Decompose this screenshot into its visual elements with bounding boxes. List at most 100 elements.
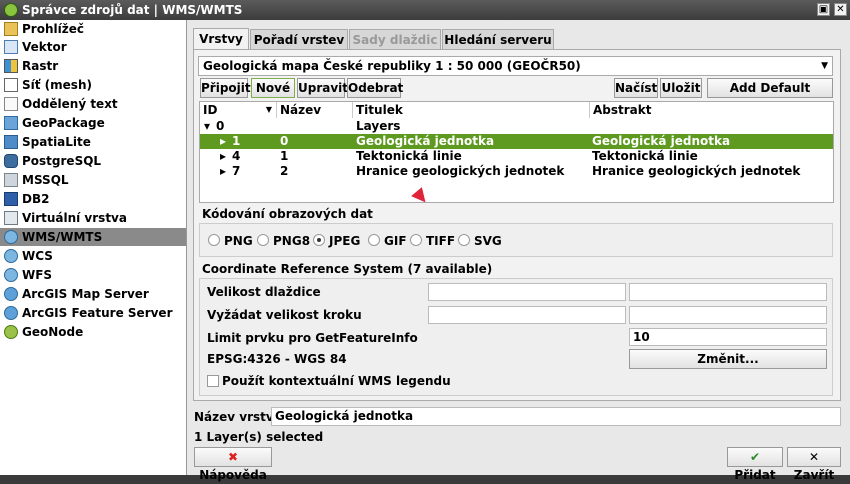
arcgis-map-icon	[4, 287, 18, 301]
close-window-button[interactable]: ✕	[834, 3, 847, 16]
sidebar-item-mssql[interactable]: MSSQL	[0, 171, 186, 189]
raster-icon	[4, 59, 18, 73]
feature-limit-label: Limit prvku pro GetFeatureInfo	[207, 331, 418, 345]
sidebar-item-mesh[interactable]: Síť (mesh)	[0, 76, 186, 94]
edit-connection-button[interactable]: Upravit	[297, 78, 348, 98]
sidebar-item-geopackage[interactable]: GeoPackage	[0, 114, 186, 132]
wcs-icon	[4, 249, 18, 263]
delimited-text-icon	[4, 97, 18, 111]
spatialite-icon	[4, 135, 18, 149]
feature-limit-field[interactable]: 10	[629, 328, 827, 346]
tab-server-search[interactable]: Hledání serveru	[442, 29, 554, 49]
layers-tree[interactable]: ID ▼ Název Titulek Abstrakt ▾ 0 Layers ▸…	[199, 101, 834, 203]
encoding-section-title: Kódování obrazových dat	[202, 207, 373, 221]
sidebar-item-db2[interactable]: DB2	[0, 190, 186, 208]
encoding-option-png8[interactable]: PNG8	[257, 234, 310, 248]
status-text: 1 Layer(s) selected	[194, 430, 324, 444]
encoding-option-tiff[interactable]: TIFF	[410, 234, 455, 248]
chevron-down-icon: ▼	[821, 61, 828, 71]
data-source-manager-window: Správce zdrojů dat | WMS/WMTS ▣ ✕ Prohlí…	[0, 0, 850, 482]
add-default-servers-button[interactable]: Add Default Servers	[707, 78, 833, 113]
arcgis-feature-icon	[4, 306, 18, 320]
vector-icon	[4, 40, 18, 54]
qgis-logo-icon	[4, 3, 18, 17]
geonode-icon	[4, 325, 18, 339]
expand-arrow-icon[interactable]: ▸	[220, 134, 226, 149]
radio-icon	[410, 234, 422, 246]
connection-select-value: Geologická mapa České republiky 1 : 50 0…	[203, 59, 581, 73]
encoding-option-svg[interactable]: SVG	[458, 234, 502, 248]
sidebar-item-spatialite[interactable]: SpatiaLite	[0, 133, 186, 151]
tile-height-field[interactable]	[629, 283, 827, 301]
help-icon: ✖	[227, 450, 239, 464]
virtual-layer-icon	[4, 211, 18, 225]
column-header-title[interactable]: Titulek	[353, 102, 590, 118]
encoding-option-jpeg[interactable]: JPEG	[313, 234, 360, 248]
step-height-field[interactable]	[629, 306, 827, 324]
table-row[interactable]: ▸ 4 1 Tektonická linie Tektonická linie	[200, 149, 833, 164]
sidebar-item-wfs[interactable]: WFS	[0, 266, 186, 284]
sidebar-item-arcgis-map-server[interactable]: ArcGIS Map Server	[0, 285, 186, 303]
column-header-id[interactable]: ID ▼	[200, 102, 277, 118]
collapse-arrow-icon[interactable]: ▾	[204, 119, 210, 134]
new-connection-button[interactable]: Nové	[251, 78, 295, 98]
column-header-name[interactable]: Název	[277, 102, 353, 118]
sidebar-item-vector[interactable]: Vektor	[0, 38, 186, 56]
source-type-sidebar: Prohlížeč Vektor Rastr Síť (mesh) Odděle…	[0, 20, 187, 475]
step-size-label: Vyžádat velikost kroku	[207, 308, 362, 322]
db2-icon	[4, 192, 18, 206]
encoding-option-png[interactable]: PNG	[208, 234, 253, 248]
folder-icon	[4, 22, 18, 36]
sidebar-item-raster[interactable]: Rastr	[0, 57, 186, 75]
connection-select[interactable]: Geologická mapa České republiky 1 : 50 0…	[198, 56, 833, 76]
connect-button[interactable]: Připojit	[200, 78, 251, 98]
current-crs-label: EPSG:4326 - WGS 84	[207, 352, 347, 366]
radio-selected-icon	[313, 234, 325, 246]
table-row[interactable]: ▾ 0 Layers	[200, 119, 833, 134]
tile-width-field[interactable]	[428, 283, 626, 301]
help-button[interactable]: ✖ Nápověda	[194, 447, 272, 482]
table-row[interactable]: ▸ 7 2 Hranice geologických jednotek Hran…	[200, 164, 833, 179]
tab-layer-order[interactable]: Pořadí vrstev	[250, 29, 348, 49]
sidebar-item-browser[interactable]: Prohlížeč	[0, 20, 186, 38]
mssql-icon	[4, 173, 18, 187]
sidebar-item-arcgis-feature-server[interactable]: ArcGIS Feature Server	[0, 304, 186, 322]
add-button[interactable]: ✔ Přidat	[727, 447, 783, 482]
title-bar: Správce zdrojů dat | WMS/WMTS ▣ ✕	[0, 0, 850, 20]
sidebar-item-wcs[interactable]: WCS	[0, 247, 186, 265]
wms-icon	[4, 230, 18, 244]
radio-icon	[257, 234, 269, 246]
layer-name-label: Název vrstvy	[194, 410, 282, 424]
tab-layers[interactable]: Vrstvy	[193, 28, 249, 50]
sidebar-item-postgresql[interactable]: PostgreSQL	[0, 152, 186, 170]
change-crs-button[interactable]: Změnit...	[629, 349, 827, 369]
column-header-abstract[interactable]: Abstrakt	[590, 102, 833, 118]
wfs-icon	[4, 268, 18, 282]
radio-icon	[368, 234, 380, 246]
step-width-field[interactable]	[428, 306, 626, 324]
radio-icon	[458, 234, 470, 246]
postgresql-icon	[4, 154, 18, 168]
sidebar-item-wms-wmts[interactable]: WMS/WMTS	[0, 228, 186, 246]
remove-connection-button[interactable]: Odebrat	[347, 78, 403, 98]
close-icon: ✕	[808, 450, 820, 464]
tile-size-label: Velikost dlaždice	[207, 285, 321, 299]
mesh-icon	[4, 78, 18, 92]
sidebar-item-geonode[interactable]: GeoNode	[0, 323, 186, 341]
layer-name-field[interactable]: Geologická jednotka	[271, 407, 841, 426]
expand-arrow-icon[interactable]: ▸	[220, 164, 226, 179]
tab-tilesets: Sady dlaždic	[349, 29, 441, 49]
close-button[interactable]: ✕ Zavřít	[787, 447, 841, 482]
sort-indicator-icon: ▼	[265, 105, 272, 114]
sidebar-item-virtual-layer[interactable]: Virtuální vrstva	[0, 209, 186, 227]
expand-arrow-icon[interactable]: ▸	[220, 149, 226, 164]
sidebar-item-delimited-text[interactable]: Oddělený text	[0, 95, 186, 113]
table-row[interactable]: ▸ 1 0 Geologická jednotka Geologická jed…	[200, 134, 833, 149]
geopackage-icon	[4, 116, 18, 130]
encoding-option-gif[interactable]: GIF	[368, 234, 407, 248]
load-connections-button[interactable]: Načíst	[614, 78, 658, 98]
contextual-legend-checkbox[interactable]	[207, 375, 219, 387]
window-title: Správce zdrojů dat | WMS/WMTS	[22, 3, 243, 17]
save-connections-button[interactable]: Uložit	[660, 78, 702, 98]
restore-window-button[interactable]: ▣	[817, 3, 830, 16]
